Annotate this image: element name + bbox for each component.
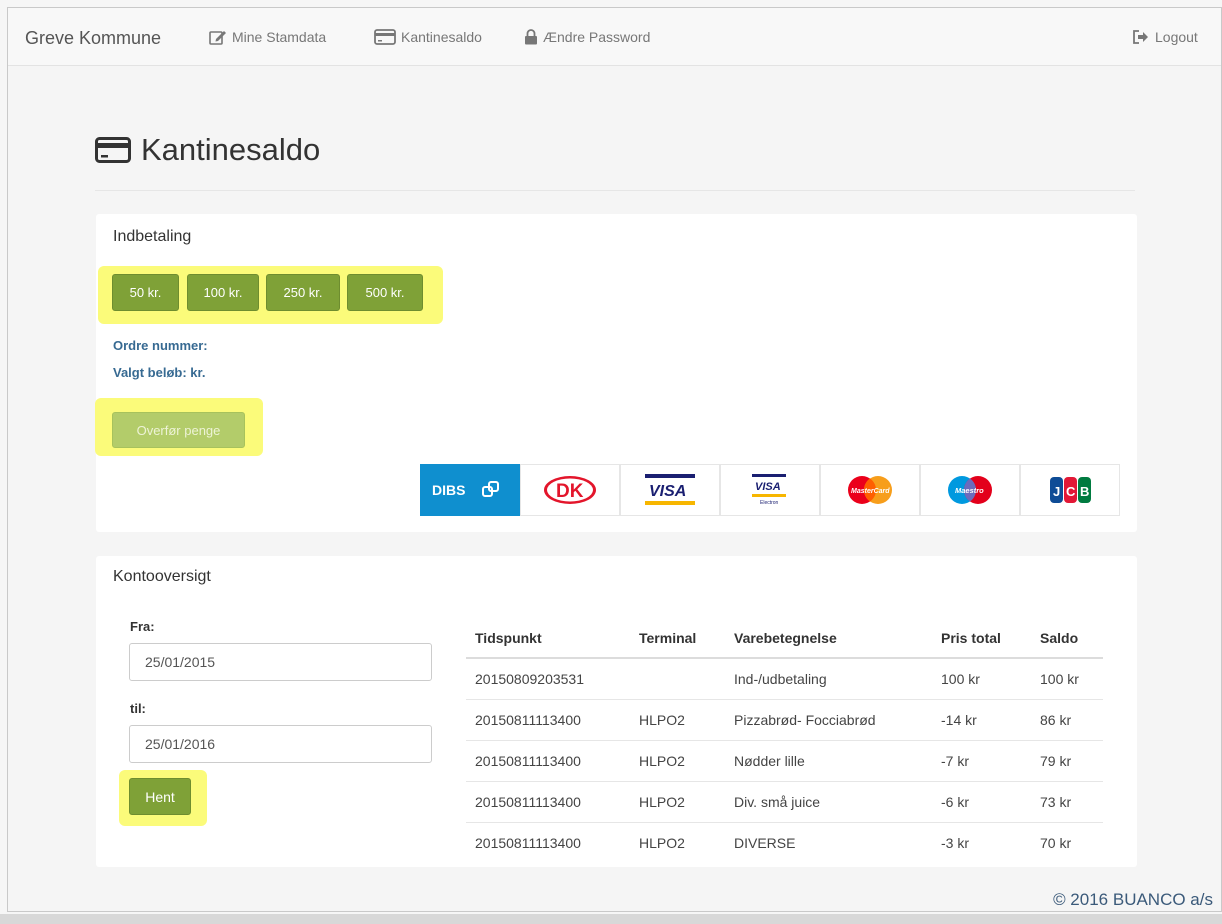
from-date-label: Fra: [130, 619, 155, 634]
cell-pris-total: -6 kr [932, 781, 1031, 823]
to-date-input[interactable] [129, 725, 432, 763]
svg-text:B: B [1080, 484, 1089, 499]
cell-saldo: 86 kr [1031, 699, 1103, 741]
cell-terminal: HLPO2 [630, 740, 725, 782]
cell-varebetegnelse: Ind-/udbetaling [725, 658, 932, 700]
bottom-scrollbar[interactable] [0, 914, 1222, 924]
svg-text:MasterCard: MasterCard [851, 488, 890, 495]
cell-saldo: 100 kr [1031, 658, 1103, 700]
transfer-money-button[interactable]: Overfør penge [112, 412, 245, 448]
cell-tidspunkt: 20150811113400 [466, 699, 630, 741]
nav-kantinesaldo-label: Kantinesaldo [401, 29, 482, 45]
cell-saldo: 70 kr [1040, 834, 1072, 851]
cell-tidspunkt: 20150809203531 [466, 658, 630, 700]
cell-pris-total: -7 kr [932, 740, 1031, 782]
col-header-pris-total: Pris total [932, 618, 1031, 659]
table-row: 20150809203531 Ind-/udbetaling 100 kr 10… [466, 658, 1103, 700]
amount-250-button[interactable]: 250 kr. [266, 274, 340, 311]
logout-icon [1133, 30, 1148, 44]
cell-terminal: HLPO2 [639, 834, 685, 851]
account-panel-heading: Kontooversigt [113, 568, 211, 585]
cell-terminal: HLPO2 [630, 781, 725, 823]
svg-text:DK: DK [556, 481, 584, 502]
amount-500-button[interactable]: 500 kr. [347, 274, 423, 311]
order-number-label: Ordre nummer: [113, 338, 208, 353]
col-header-saldo: Saldo [1031, 618, 1103, 659]
page-title-text: Kantinesaldo [141, 132, 321, 167]
jcb-logo: J C B [1020, 464, 1120, 516]
cell-tidspunkt: 20150811113400 [466, 781, 630, 823]
edit-icon [209, 31, 226, 45]
svg-text:Electron: Electron [760, 500, 779, 506]
table-row: 20150811113400 HLPO2 Pizzabrød- Focciabr… [466, 699, 1103, 741]
cell-saldo: 79 kr [1031, 740, 1103, 782]
title-divider [95, 190, 1135, 191]
amount-50-button[interactable]: 50 kr. [112, 274, 179, 311]
nav-mine-stamdata[interactable]: Mine Stamdata [209, 29, 326, 45]
nav-kantinesaldo[interactable]: Kantinesaldo [374, 29, 482, 45]
col-header-terminal: Terminal [630, 618, 725, 659]
cell-tidspunkt: 20150811113400 [475, 834, 581, 851]
maestro-logo: Maestro [920, 464, 1020, 516]
nav-mine-stamdata-label: Mine Stamdata [232, 29, 327, 45]
dankort-logo: DK [520, 464, 620, 516]
visa-logo: VISA [620, 464, 720, 516]
transactions-table: Tidspunkt Terminal Varebetegnelse Pris t… [466, 618, 1103, 863]
credit-card-icon [95, 137, 131, 163]
svg-text:VISA: VISA [755, 481, 781, 493]
logout-label: Logout [1155, 29, 1198, 45]
lock-icon [525, 29, 537, 45]
footer-copyright: © 2016 BUANCO a/s [1053, 890, 1213, 909]
cell-pris-total: 100 kr [932, 658, 1031, 700]
cell-saldo: 73 kr [1031, 781, 1103, 823]
col-header-tidspunkt: Tidspunkt [466, 618, 630, 659]
svg-text:C: C [1066, 484, 1076, 499]
page-title: Kantinesaldo [95, 132, 320, 168]
from-date-input[interactable] [129, 643, 432, 681]
table-row: 20150811113400 HLPO2 DIVERSE -3 kr 70 kr [466, 822, 1103, 863]
table-row: 20150811113400 HLPO2 Nødder lille -7 kr … [466, 740, 1103, 782]
to-date-label: til: [130, 701, 146, 716]
table-row: 20150811113400 HLPO2 Div. små juice -6 k… [466, 781, 1103, 823]
nav-aendre-password[interactable]: Ændre Password [524, 29, 650, 45]
col-header-varebetegnelse: Varebetegnelse [725, 618, 932, 659]
fetch-button[interactable]: Hent [129, 778, 191, 815]
svg-text:Maestro: Maestro [955, 486, 984, 495]
mastercard-logo: MasterCard [820, 464, 920, 516]
svg-text:VISA: VISA [649, 483, 686, 500]
cell-varebetegnelse: DIVERSE [734, 834, 796, 851]
brand-link[interactable]: Greve Kommune [25, 28, 161, 49]
table-header-row: Tidspunkt Terminal Varebetegnelse Pris t… [466, 618, 1103, 659]
cell-terminal [630, 658, 725, 700]
dibs-logo: DIBS [420, 464, 520, 516]
amount-100-button[interactable]: 100 kr. [187, 274, 259, 311]
cell-varebetegnelse: Pizzabrød- Focciabrød [725, 699, 932, 741]
svg-text:DIBS: DIBS [432, 482, 465, 498]
svg-text:J: J [1053, 484, 1060, 499]
visa-electron-logo: VISA Electron [720, 464, 820, 516]
logout-link[interactable]: Logout [1132, 29, 1198, 45]
cell-varebetegnelse: Div. små juice [725, 781, 932, 823]
selected-amount-label: Valgt beløb: kr. [113, 365, 206, 380]
credit-card-icon [374, 29, 396, 45]
cell-varebetegnelse: Nødder lille [725, 740, 932, 782]
cell-tidspunkt: 20150811113400 [466, 740, 630, 782]
cell-terminal: HLPO2 [630, 699, 725, 741]
cell-pris-total: -14 kr [932, 699, 1031, 741]
app-window: Greve Kommune Mine Stamdata Kantinesaldo… [7, 7, 1222, 912]
payment-panel-heading: Indbetaling [113, 228, 192, 245]
top-navbar: Greve Kommune Mine Stamdata Kantinesaldo… [8, 8, 1221, 66]
nav-aendre-password-label: Ændre Password [543, 29, 651, 45]
cell-pris-total: -3 kr [941, 834, 969, 851]
